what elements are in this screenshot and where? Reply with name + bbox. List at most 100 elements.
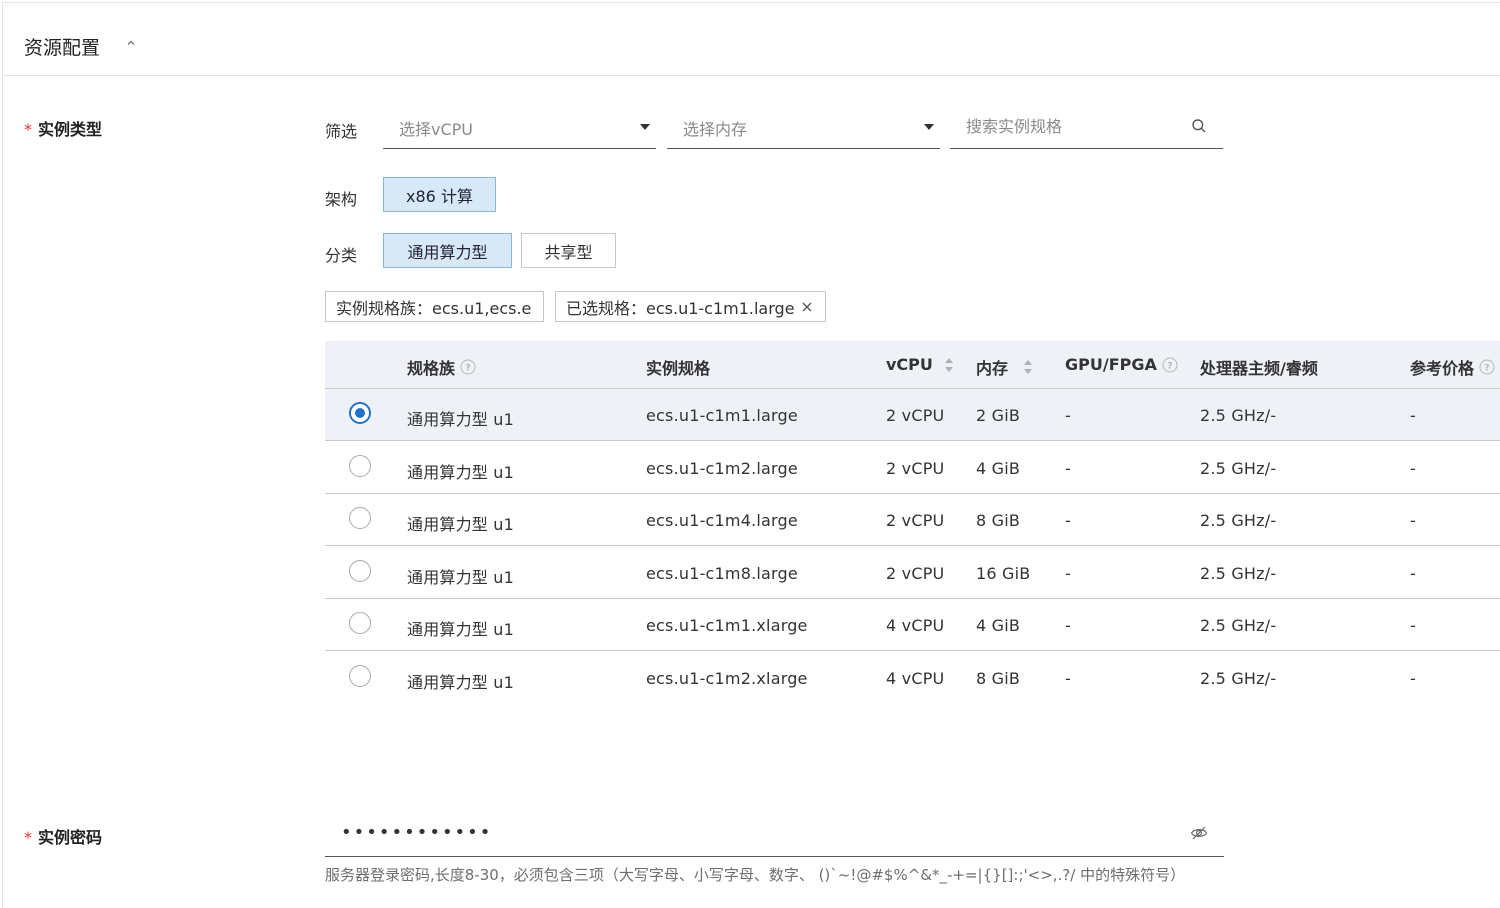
cell-family: 通用算力型 u1 <box>407 410 515 429</box>
password-box <box>325 808 1224 857</box>
cell-price: - <box>1410 459 1416 478</box>
caret-down-icon <box>640 124 650 130</box>
category-label: 分类 <box>325 246 358 265</box>
row-radio[interactable] <box>349 402 371 424</box>
cell-vcpu: 2 vCPU <box>886 564 945 583</box>
selected-spec-tag: 已选规格：ecs.u1-c1m1.large <box>555 291 826 322</box>
cell-vcpu: 2 vCPU <box>886 459 945 478</box>
cell-spec: ecs.u1-c1m2.xlarge <box>646 669 808 688</box>
table-row[interactable]: 通用算力型 u1 ecs.u1-c1m1.xlarge 4 vCPU 4 GiB… <box>325 599 1500 651</box>
cell-cpu-freq: 2.5 GHz/- <box>1200 511 1277 530</box>
cell-memory: 8 GiB <box>976 669 1021 688</box>
password-label: * 实例密码 <box>24 828 103 847</box>
table-row[interactable]: 通用算力型 u1 ecs.u1-c1m8.large 2 vCPU 16 GiB… <box>325 547 1500 599</box>
cell-price: - <box>1410 669 1416 688</box>
section-title: 资源配置 <box>24 37 101 59</box>
cell-family: 通用算力型 u1 <box>407 463 515 482</box>
caret-down-icon <box>924 124 934 130</box>
sort-icon[interactable] <box>1022 358 1034 376</box>
cell-gpu: - <box>1065 564 1071 583</box>
cell-cpu-freq: 2.5 GHz/- <box>1200 616 1277 635</box>
row-radio[interactable] <box>349 507 371 529</box>
spec-search-box <box>950 104 1223 149</box>
header-gpu: GPU/FPGA ? <box>1065 355 1178 374</box>
family-filter-tag-text: 实例规格族：ecs.u1,ecs.e <box>336 298 532 318</box>
category-option-general[interactable]: 通用算力型 <box>383 233 512 268</box>
header-family: 规格族 ? <box>407 355 476 379</box>
cell-price: - <box>1410 511 1416 530</box>
row-radio[interactable] <box>349 665 371 687</box>
cell-spec: ecs.u1-c1m1.xlarge <box>646 616 808 635</box>
table-row[interactable]: 通用算力型 u1 ecs.u1-c1m1.large 2 vCPU 2 GiB … <box>325 389 1500 441</box>
cell-memory: 16 GiB <box>976 564 1031 583</box>
cell-spec: ecs.u1-c1m2.large <box>646 459 798 478</box>
cell-gpu: - <box>1065 459 1071 478</box>
cell-vcpu: 4 vCPU <box>886 669 945 688</box>
cell-cpu-freq: 2.5 GHz/- <box>1200 459 1277 478</box>
instance-type-label: * 实例类型 <box>24 120 103 139</box>
table-row[interactable]: 通用算力型 u1 ecs.u1-c1m2.large 2 vCPU 4 GiB … <box>325 442 1500 494</box>
help-icon[interactable]: ? <box>1479 359 1495 375</box>
help-icon[interactable]: ? <box>460 359 476 375</box>
header-memory[interactable]: 内存 <box>976 355 1034 379</box>
svg-text:?: ? <box>1484 364 1489 374</box>
row-radio[interactable] <box>349 455 371 477</box>
row-radio[interactable] <box>349 612 371 634</box>
cell-gpu: - <box>1065 511 1071 530</box>
sort-icon[interactable] <box>943 356 955 374</box>
filter-label: 筛选 <box>325 122 358 141</box>
svg-text:?: ? <box>1167 361 1172 371</box>
cell-cpu-freq: 2.5 GHz/- <box>1200 669 1277 688</box>
category-option-shared[interactable]: 共享型 <box>521 233 616 268</box>
cell-spec: ecs.u1-c1m8.large <box>646 564 798 583</box>
cell-memory: 2 GiB <box>976 406 1021 425</box>
header-cpu-freq: 处理器主频/睿频 <box>1200 359 1318 378</box>
required-star: * <box>24 120 32 139</box>
cell-memory: 4 GiB <box>976 459 1021 478</box>
vcpu-select[interactable]: 选择vCPU <box>383 104 656 149</box>
spec-search-input[interactable] <box>950 104 1180 148</box>
password-hint: 服务器登录密码,长度8-30，必须包含三项（大写字母、小写字母、数字、 ()`~… <box>325 866 1186 884</box>
cell-family: 通用算力型 u1 <box>407 515 515 534</box>
row-radio[interactable] <box>349 560 371 582</box>
cell-gpu: - <box>1065 616 1071 635</box>
vcpu-select-placeholder: 选择vCPU <box>399 120 474 139</box>
cell-price: - <box>1410 616 1416 635</box>
cell-family: 通用算力型 u1 <box>407 568 515 587</box>
memory-select[interactable]: 选择内存 <box>667 104 940 149</box>
cell-family: 通用算力型 u1 <box>407 673 515 692</box>
cell-cpu-freq: 2.5 GHz/- <box>1200 406 1277 425</box>
table-row[interactable]: 通用算力型 u1 ecs.u1-c1m2.xlarge 4 vCPU 8 GiB… <box>325 652 1500 704</box>
cell-memory: 4 GiB <box>976 616 1021 635</box>
table-header: 规格族 ? 实例规格 vCPU 内存 GPU/FPGA ? 处理器主频/睿频 参… <box>325 341 1500 389</box>
cell-vcpu: 2 vCPU <box>886 406 945 425</box>
eye-off-icon[interactable] <box>1190 825 1208 841</box>
cell-price: - <box>1410 406 1416 425</box>
header-price: 参考价格 ? <box>1410 355 1495 379</box>
cell-vcpu: 2 vCPU <box>886 511 945 530</box>
cell-vcpu: 4 vCPU <box>886 616 945 635</box>
header-spec: 实例规格 <box>646 359 711 378</box>
arch-label: 架构 <box>325 190 358 209</box>
cell-spec: ecs.u1-c1m4.large <box>646 511 798 530</box>
header-vcpu[interactable]: vCPU <box>886 355 955 374</box>
close-icon[interactable] <box>801 301 813 313</box>
cell-spec: ecs.u1-c1m1.large <box>646 406 798 425</box>
memory-select-placeholder: 选择内存 <box>683 120 748 139</box>
search-icon[interactable] <box>1191 118 1207 134</box>
chevron-up-icon[interactable] <box>126 38 136 48</box>
help-icon[interactable]: ? <box>1162 357 1178 373</box>
cell-memory: 8 GiB <box>976 511 1021 530</box>
cell-price: - <box>1410 564 1416 583</box>
svg-text:?: ? <box>465 364 470 374</box>
password-input[interactable] <box>325 808 1165 856</box>
arch-option-x86[interactable]: x86 计算 <box>383 177 496 212</box>
cell-cpu-freq: 2.5 GHz/- <box>1200 564 1277 583</box>
required-star: * <box>24 828 32 847</box>
family-filter-tag: 实例规格族：ecs.u1,ecs.e <box>325 291 544 322</box>
cell-family: 通用算力型 u1 <box>407 620 515 639</box>
section-header[interactable]: 资源配置 <box>2 2 1500 76</box>
cell-gpu: - <box>1065 669 1071 688</box>
cell-gpu: - <box>1065 406 1071 425</box>
table-row[interactable]: 通用算力型 u1 ecs.u1-c1m4.large 2 vCPU 8 GiB … <box>325 494 1500 546</box>
